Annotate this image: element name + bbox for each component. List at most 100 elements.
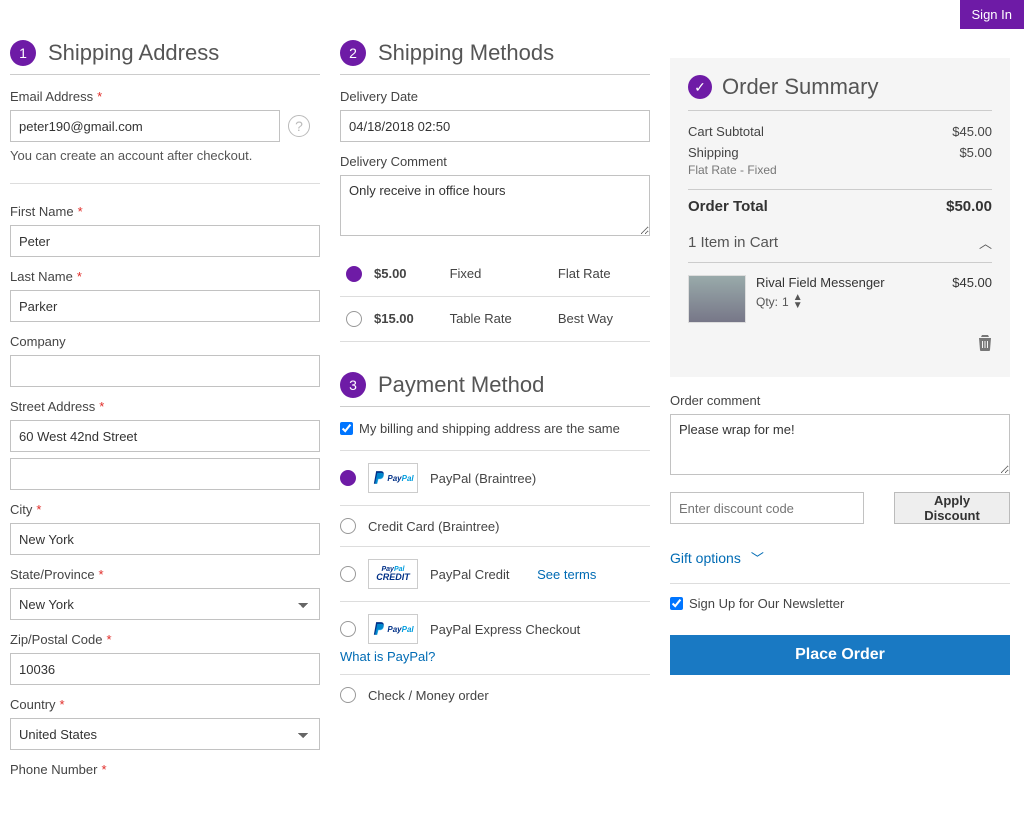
see-terms-link[interactable]: See terms <box>537 567 596 582</box>
total-value: $50.00 <box>946 198 992 215</box>
shipping-address-title: Shipping Address <box>48 40 219 66</box>
product-thumbnail[interactable] <box>688 275 746 323</box>
order-comment-label: Order comment <box>670 393 1010 408</box>
cart-count-label: 1 Item in Cart <box>688 234 778 251</box>
radio-selected-icon[interactable] <box>340 470 356 486</box>
state-select[interactable]: New York <box>10 588 320 620</box>
same-address-label: My billing and shipping address are the … <box>359 421 620 436</box>
account-note: You can create an account after checkout… <box>10 148 320 163</box>
delivery-comment-field[interactable] <box>340 175 650 236</box>
last-name-field[interactable] <box>10 290 320 322</box>
radio-unselected-icon[interactable] <box>340 687 356 703</box>
same-address-checkbox[interactable] <box>340 422 353 435</box>
city-label: City* <box>10 502 320 517</box>
remove-item-button[interactable] <box>688 335 992 361</box>
order-summary-panel: ✓ Order Summary Cart Subtotal $45.00 Shi… <box>670 58 1010 377</box>
state-label: State/Province* <box>10 567 320 582</box>
paypal-credit-logo-icon: PayPal CREDIT <box>368 559 418 589</box>
pay-option-label: PayPal Express Checkout <box>430 622 580 637</box>
delivery-date-field[interactable] <box>340 110 650 142</box>
apply-discount-button[interactable]: Apply Discount <box>894 492 1010 524</box>
email-field[interactable] <box>10 110 280 142</box>
newsletter-label: Sign Up for Our Newsletter <box>689 596 844 611</box>
method-price: $15.00 <box>368 296 444 342</box>
pay-option-paypal-braintree[interactable]: PayPal PayPal (Braintree) <box>340 450 650 506</box>
qty-label: Qty: <box>756 295 778 309</box>
order-comment-field[interactable] <box>670 414 1010 475</box>
street-field-1[interactable] <box>10 420 320 452</box>
step-1-badge: 1 <box>10 40 36 66</box>
pay-option-credit-card[interactable]: Credit Card (Braintree) <box>340 506 650 547</box>
radio-unselected-icon[interactable] <box>340 518 356 534</box>
step-2-badge: 2 <box>340 40 366 66</box>
first-name-field[interactable] <box>10 225 320 257</box>
shipping-desc: Flat Rate - Fixed <box>688 163 992 185</box>
newsletter-checkbox[interactable] <box>670 597 683 610</box>
country-label: Country* <box>10 697 320 712</box>
shipping-method-row[interactable]: $5.00 Fixed Flat Rate <box>340 251 650 296</box>
last-name-label: Last Name* <box>10 269 320 284</box>
gift-options-toggle[interactable]: Gift options ﹀ <box>670 548 1010 584</box>
subtotal-value: $45.00 <box>952 124 992 139</box>
radio-selected-icon[interactable] <box>346 266 362 282</box>
paypal-logo-icon: PayPal <box>368 614 418 644</box>
street-field-2[interactable] <box>10 458 320 490</box>
method-name: Fixed <box>444 251 552 296</box>
gift-options-label: Gift options <box>670 550 741 566</box>
payment-method-title: Payment Method <box>378 372 544 398</box>
item-name: Rival Field Messenger <box>756 275 942 290</box>
cart-item: Rival Field Messenger Qty: 1 ▲▼ $45.00 <box>688 263 992 335</box>
first-name-label: First Name* <box>10 204 320 219</box>
item-price: $45.00 <box>952 275 992 290</box>
shipping-method-row[interactable]: $15.00 Table Rate Best Way <box>340 296 650 342</box>
company-label: Company <box>10 334 320 349</box>
delivery-date-label: Delivery Date <box>340 89 650 104</box>
subtotal-label: Cart Subtotal <box>688 124 764 139</box>
city-field[interactable] <box>10 523 320 555</box>
payment-method-header: 3 Payment Method <box>340 372 650 407</box>
chevron-down-icon: ﹀ <box>751 548 764 567</box>
discount-code-field[interactable] <box>670 492 864 524</box>
pay-option-paypal-credit[interactable]: PayPal CREDIT PayPal Credit See terms <box>340 547 650 602</box>
qty-stepper[interactable]: ▲▼ <box>793 294 803 310</box>
phone-label: Phone Number* <box>10 762 320 777</box>
method-price: $5.00 <box>368 251 444 296</box>
email-label: Email Address* <box>10 89 320 104</box>
country-select[interactable]: United States <box>10 718 320 750</box>
qty-value: 1 <box>782 295 789 309</box>
radio-unselected-icon[interactable] <box>340 566 356 582</box>
cart-toggle[interactable]: 1 Item in Cart ︿ <box>688 223 992 263</box>
shipping-methods-header: 2 Shipping Methods <box>340 40 650 75</box>
shipping-methods-title: Shipping Methods <box>378 40 554 66</box>
pay-option-label: PayPal Credit <box>430 567 509 582</box>
shipping-address-header: 1 Shipping Address <box>10 40 320 75</box>
zip-label: Zip/Postal Code* <box>10 632 320 647</box>
street-label: Street Address* <box>10 399 320 414</box>
radio-unselected-icon[interactable] <box>340 621 356 637</box>
shipping-label: Shipping <box>688 145 739 160</box>
pay-option-label: PayPal (Braintree) <box>430 471 536 486</box>
what-is-paypal-link[interactable]: What is PayPal? <box>340 649 435 664</box>
shipping-value: $5.00 <box>959 145 992 160</box>
email-help-icon[interactable]: ? <box>288 115 310 137</box>
company-field[interactable] <box>10 355 320 387</box>
chevron-up-icon: ︿ <box>979 233 992 252</box>
pay-option-label: Check / Money order <box>368 688 489 703</box>
paypal-logo-icon: PayPal <box>368 463 418 493</box>
place-order-button[interactable]: Place Order <box>670 635 1010 675</box>
step-3-badge: 3 <box>340 372 366 398</box>
divider <box>10 183 320 184</box>
sign-in-button[interactable]: Sign In <box>960 0 1024 29</box>
radio-unselected-icon[interactable] <box>346 311 362 327</box>
order-summary-title: Order Summary <box>722 74 878 100</box>
method-name: Table Rate <box>444 296 552 342</box>
method-carrier: Best Way <box>552 296 650 342</box>
check-icon: ✓ <box>688 75 712 99</box>
pay-option-check[interactable]: Check / Money order <box>340 675 650 715</box>
pay-option-paypal-express[interactable]: PayPal PayPal Express Checkout <box>340 602 650 648</box>
pay-option-label: Credit Card (Braintree) <box>368 519 500 534</box>
delivery-comment-label: Delivery Comment <box>340 154 650 169</box>
total-label: Order Total <box>688 198 768 215</box>
zip-field[interactable] <box>10 653 320 685</box>
method-carrier: Flat Rate <box>552 251 650 296</box>
